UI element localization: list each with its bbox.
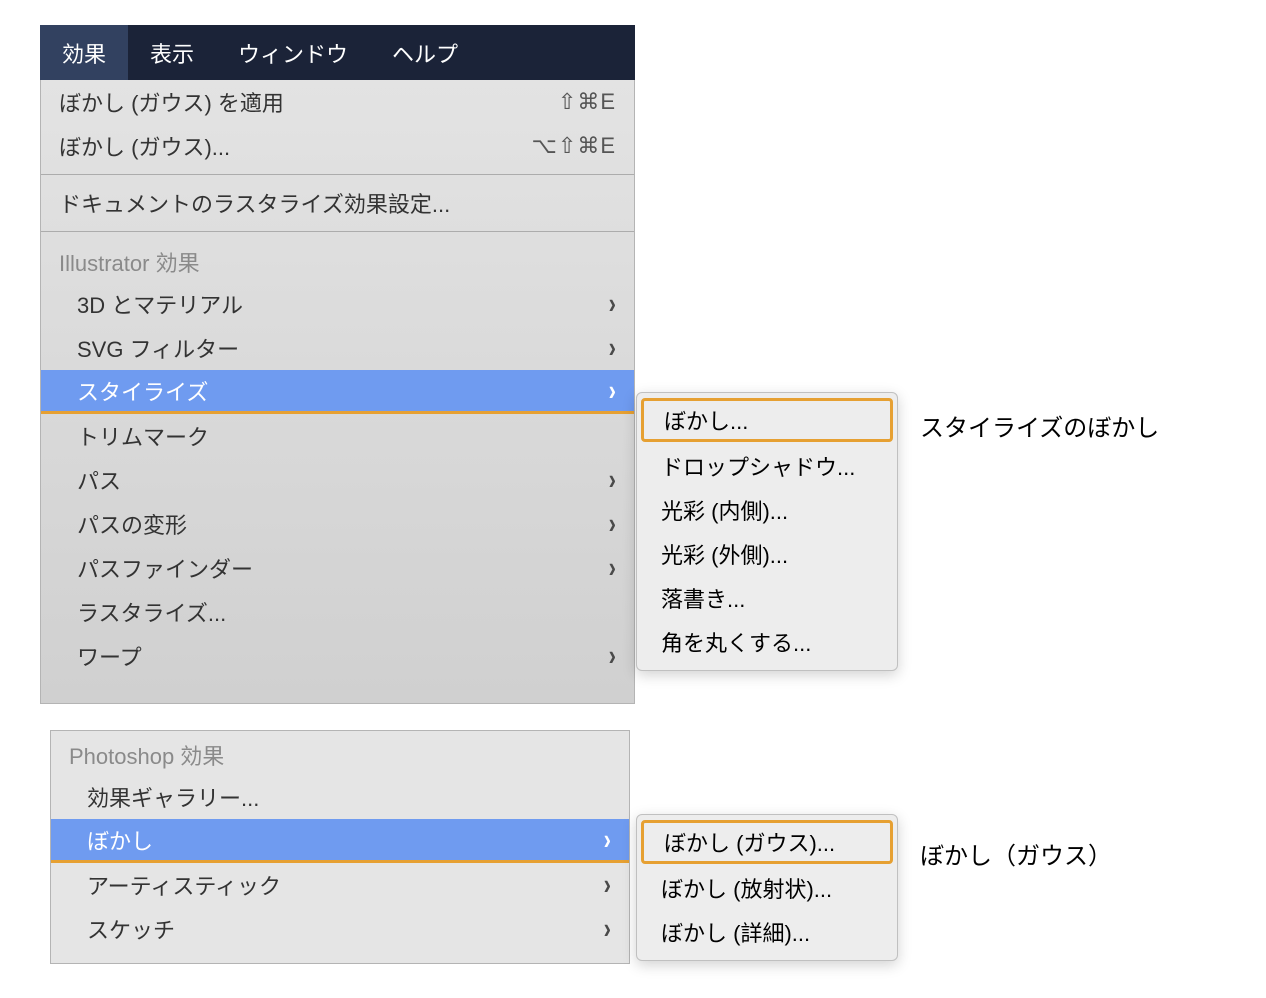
menu-item-3d-material[interactable]: 3D とマテリアル › <box>41 282 634 326</box>
submenu-item-gaussian-blur[interactable]: ぼかし (ガウス)... <box>641 820 893 864</box>
chevron-right-icon: › <box>609 374 616 408</box>
menubar: 効果 表示 ウィンドウ ヘルプ <box>40 25 635 80</box>
menu-item-svg-filter[interactable]: SVG フィルター › <box>41 326 634 370</box>
menubar-item-label: 効果 <box>62 37 106 69</box>
menu-item-rasterize[interactable]: ラスタライズ... <box>41 590 634 634</box>
effect-menu-dropdown: ぼかし (ガウス) を適用 ⇧⌘E ぼかし (ガウス)... ⌥⇧⌘E ドキュメ… <box>40 80 635 704</box>
menu-item-pathfinder[interactable]: パスファインダー › <box>41 546 634 590</box>
chevron-right-icon: › <box>609 639 616 673</box>
menu-item-label: ドキュメントのラスタライズ効果設定... <box>59 187 616 219</box>
menu-item-trim-marks[interactable]: トリムマーク <box>41 414 634 458</box>
chevron-right-icon: › <box>604 823 611 857</box>
menu-item-label: アーティスティック <box>87 869 594 901</box>
chevron-right-icon: › <box>609 463 616 497</box>
menu-item-label: パス <box>77 464 599 496</box>
menubar-item-label: ウィンドウ <box>238 37 348 69</box>
submenu-item-outer-glow[interactable]: 光彩 (外側)... <box>637 532 897 576</box>
submenu-item-inner-glow[interactable]: 光彩 (内側)... <box>637 488 897 532</box>
menu-item-label: SVG フィルター <box>77 332 599 364</box>
submenu-item-drop-shadow[interactable]: ドロップシャドウ... <box>637 444 897 488</box>
menu-item-label: 効果ギャラリー... <box>87 781 611 813</box>
submenu-item-label: 光彩 (内側)... <box>661 494 788 526</box>
menu-item-path[interactable]: パス › <box>41 458 634 502</box>
menu-item-blur-ps[interactable]: ぼかし › <box>51 819 629 863</box>
menu-divider <box>41 231 634 232</box>
submenu-item-blur[interactable]: ぼかし... <box>641 398 893 442</box>
submenu-item-label: ぼかし (放射状)... <box>661 872 832 904</box>
chevron-right-icon: › <box>609 551 616 585</box>
menu-item-artistic[interactable]: アーティスティック › <box>51 863 629 907</box>
menu-item-label: パスの変形 <box>77 508 599 540</box>
menu-item-shortcut: ⇧⌘E <box>558 89 616 115</box>
submenu-item-label: ぼかし (詳細)... <box>661 916 810 948</box>
menu-item-label: スタイライズ <box>77 375 599 407</box>
menubar-item-view[interactable]: 表示 <box>128 25 216 80</box>
stylize-submenu: ぼかし... ドロップシャドウ... 光彩 (内側)... 光彩 (外側)...… <box>636 392 898 671</box>
chevron-right-icon: › <box>604 868 611 902</box>
menu-item-label: ぼかし <box>87 824 594 856</box>
menu-item-effect-gallery[interactable]: 効果ギャラリー... <box>51 775 629 819</box>
menu-item-label: ぼかし (ガウス) を適用 <box>59 86 558 118</box>
submenu-item-label: 角を丸くする... <box>661 626 811 658</box>
menu-section-illustrator: Illustrator 効果 <box>41 238 634 282</box>
submenu-item-round-corners[interactable]: 角を丸くする... <box>637 620 897 664</box>
menu-item-warp[interactable]: ワープ › <box>41 634 634 678</box>
menubar-item-label: 表示 <box>150 37 194 69</box>
chevron-right-icon: › <box>609 331 616 365</box>
blur-submenu: ぼかし (ガウス)... ぼかし (放射状)... ぼかし (詳細)... <box>636 814 898 961</box>
menu-item-label: ワープ <box>77 640 599 672</box>
menu-item-label: スケッチ <box>87 913 594 945</box>
effect-menu-dropdown-bottom: Photoshop 効果 効果ギャラリー... ぼかし › アーティスティック … <box>50 730 630 964</box>
annotation-gaussian-blur: ぼかし（ガウス） <box>920 836 1112 871</box>
submenu-item-label: 光彩 (外側)... <box>661 538 788 570</box>
menubar-item-help[interactable]: ヘルプ <box>370 25 480 80</box>
chevron-right-icon: › <box>604 912 611 946</box>
menubar-item-label: ヘルプ <box>392 37 458 69</box>
menu-item-stylize[interactable]: スタイライズ › <box>41 370 634 414</box>
menu-item-label: ぼかし (ガウス)... <box>59 130 532 162</box>
submenu-item-radial-blur[interactable]: ぼかし (放射状)... <box>637 866 897 910</box>
annotation-stylize-blur: スタイライズのぼかし <box>920 408 1159 443</box>
menu-divider <box>41 174 634 175</box>
submenu-item-label: 落書き... <box>661 582 745 614</box>
menubar-item-effect[interactable]: 効果 <box>40 25 128 80</box>
submenu-item-label: ぼかし (ガウス)... <box>664 826 835 858</box>
submenu-item-scribble[interactable]: 落書き... <box>637 576 897 620</box>
menu-item-path-distort[interactable]: パスの変形 › <box>41 502 634 546</box>
menubar-item-window[interactable]: ウィンドウ <box>216 25 370 80</box>
menu-section-photoshop: Photoshop 効果 <box>51 731 629 775</box>
submenu-item-label: ドロップシャドウ... <box>661 450 855 482</box>
menu-item-label: ラスタライズ... <box>77 596 616 628</box>
chevron-right-icon: › <box>609 287 616 321</box>
menu-item-sketch[interactable]: スケッチ › <box>51 907 629 951</box>
submenu-item-smart-blur[interactable]: ぼかし (詳細)... <box>637 910 897 954</box>
submenu-item-label: ぼかし... <box>664 404 748 436</box>
menu-item-label: 3D とマテリアル <box>77 288 599 320</box>
chevron-right-icon: › <box>609 507 616 541</box>
menu-item-label: トリムマーク <box>77 420 616 452</box>
menu-item-document-raster-settings[interactable]: ドキュメントのラスタライズ効果設定... <box>41 181 634 225</box>
menu-item-apply-gaussian-blur[interactable]: ぼかし (ガウス) を適用 ⇧⌘E <box>41 80 634 124</box>
menu-item-shortcut: ⌥⇧⌘E <box>532 133 616 159</box>
menu-item-label: パスファインダー <box>77 552 599 584</box>
menu-item-gaussian-blur[interactable]: ぼかし (ガウス)... ⌥⇧⌘E <box>41 124 634 168</box>
